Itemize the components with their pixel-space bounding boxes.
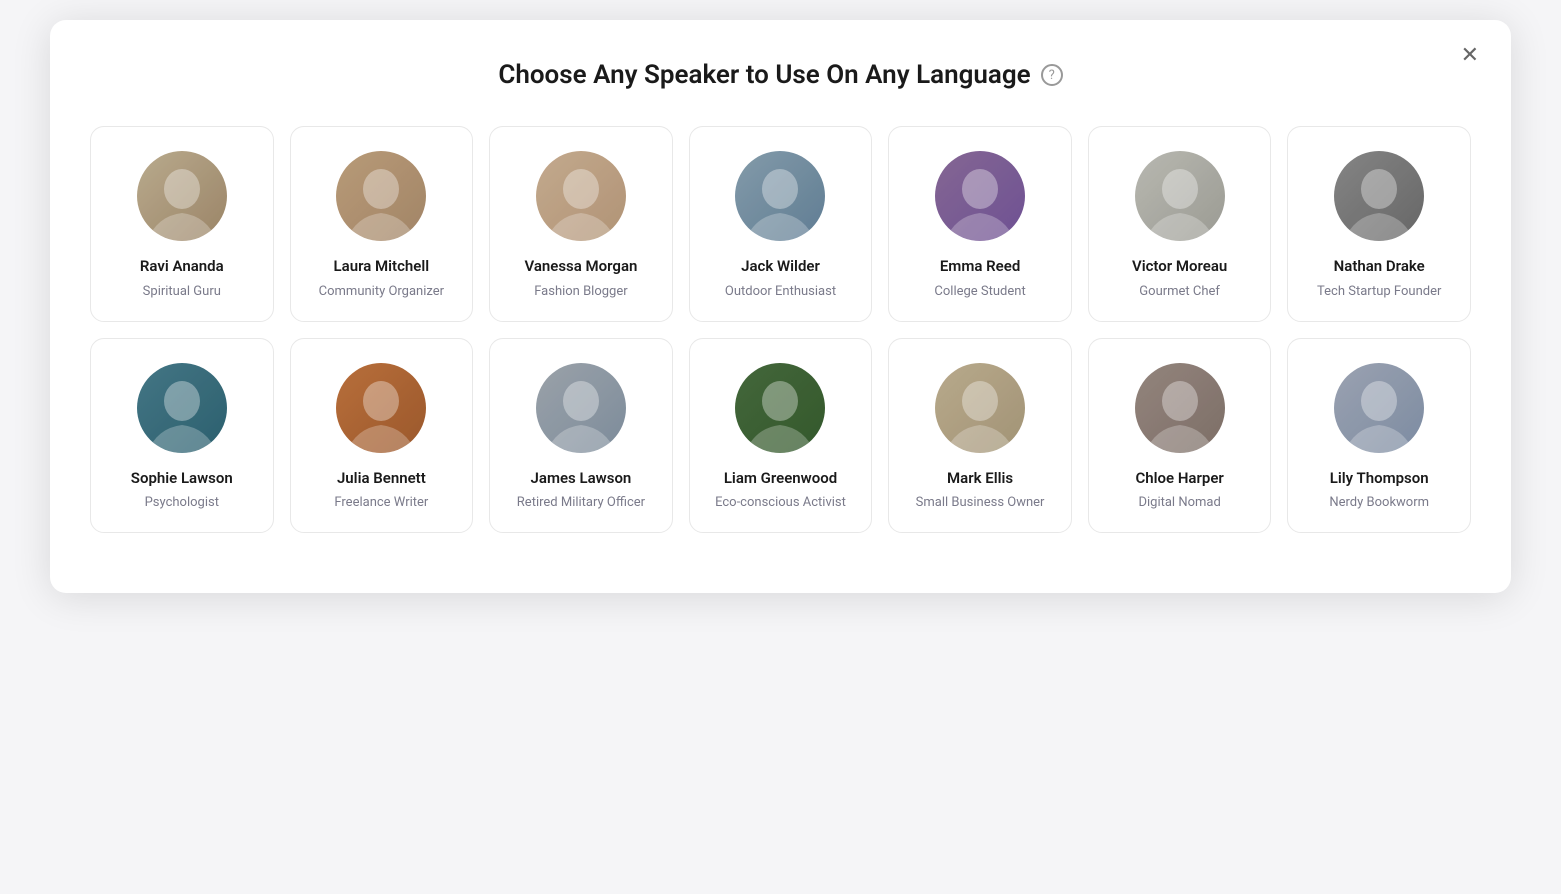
speaker-name-lily: Lily Thompson [1330,469,1429,489]
speaker-name-liam: Liam Greenwood [724,469,837,489]
avatar-julia [336,363,426,453]
avatar-laura [336,151,426,241]
speaker-card-jack[interactable]: Jack Wilder Outdoor Enthusiast [689,126,873,322]
speaker-role-lily: Nerdy Bookworm [1329,494,1429,512]
avatar-chloe [1135,363,1225,453]
speaker-role-james: Retired Military Officer [517,494,645,512]
speaker-role-mark: Small Business Owner [916,494,1045,512]
avatar-vanessa [536,151,626,241]
speaker-name-jack: Jack Wilder [741,257,820,277]
speaker-role-nathan: Tech Startup Founder [1317,283,1441,301]
speaker-card-sophie[interactable]: Sophie Lawson Psychologist [90,338,274,534]
page-title: Choose Any Speaker to Use On Any Languag… [498,60,1030,90]
speaker-role-chloe: Digital Nomad [1138,494,1220,512]
speaker-role-jack: Outdoor Enthusiast [725,283,836,301]
speaker-selection-modal: ✕ Choose Any Speaker to Use On Any Langu… [50,20,1511,593]
speaker-name-james: James Lawson [531,469,632,489]
speaker-role-sophie: Psychologist [145,494,219,512]
speaker-card-james[interactable]: James Lawson Retired Military Officer [489,338,673,534]
speaker-name-mark: Mark Ellis [947,469,1013,489]
speaker-card-lily[interactable]: Lily Thompson Nerdy Bookworm [1287,338,1471,534]
avatar-sophie [137,363,227,453]
speaker-role-victor: Gourmet Chef [1139,283,1220,301]
speaker-role-ravi: Spiritual Guru [143,283,221,301]
speaker-name-nathan: Nathan Drake [1334,257,1425,277]
speaker-name-chloe: Chloe Harper [1135,469,1223,489]
speaker-name-julia: Julia Bennett [337,469,426,489]
speaker-card-nathan[interactable]: Nathan Drake Tech Startup Founder [1287,126,1471,322]
speaker-name-sophie: Sophie Lawson [131,469,233,489]
avatar-jack [735,151,825,241]
speaker-role-vanessa: Fashion Blogger [534,283,627,301]
speaker-role-laura: Community Organizer [319,283,444,301]
avatar-ravi [137,151,227,241]
speaker-name-victor: Victor Moreau [1132,257,1227,277]
speaker-role-julia: Freelance Writer [334,494,428,512]
speaker-name-laura: Laura Mitchell [334,257,430,277]
close-button[interactable]: ✕ [1453,40,1487,70]
avatar-nathan [1334,151,1424,241]
avatar-mark [935,363,1025,453]
speaker-card-chloe[interactable]: Chloe Harper Digital Nomad [1088,338,1272,534]
title-row: Choose Any Speaker to Use On Any Languag… [90,60,1471,90]
avatar-james [536,363,626,453]
speaker-card-liam[interactable]: Liam Greenwood Eco-conscious Activist [689,338,873,534]
speaker-card-ravi[interactable]: Ravi Ananda Spiritual Guru [90,126,274,322]
avatar-liam [735,363,825,453]
speaker-name-ravi: Ravi Ananda [140,257,224,277]
avatar-victor [1135,151,1225,241]
speaker-card-vanessa[interactable]: Vanessa Morgan Fashion Blogger [489,126,673,322]
speaker-role-emma: College Student [934,283,1025,301]
speakers-grid: Ravi Ananda Spiritual Guru Laura Mitchell… [90,126,1471,533]
speaker-name-vanessa: Vanessa Morgan [524,257,637,277]
speaker-card-emma[interactable]: Emma Reed College Student [888,126,1072,322]
speaker-role-liam: Eco-conscious Activist [715,494,846,512]
speaker-card-julia[interactable]: Julia Bennett Freelance Writer [290,338,474,534]
speaker-card-mark[interactable]: Mark Ellis Small Business Owner [888,338,1072,534]
speaker-card-laura[interactable]: Laura Mitchell Community Organizer [290,126,474,322]
avatar-lily [1334,363,1424,453]
avatar-emma [935,151,1025,241]
help-icon[interactable]: ? [1041,64,1063,86]
speaker-card-victor[interactable]: Victor Moreau Gourmet Chef [1088,126,1272,322]
speaker-name-emma: Emma Reed [940,257,1020,277]
